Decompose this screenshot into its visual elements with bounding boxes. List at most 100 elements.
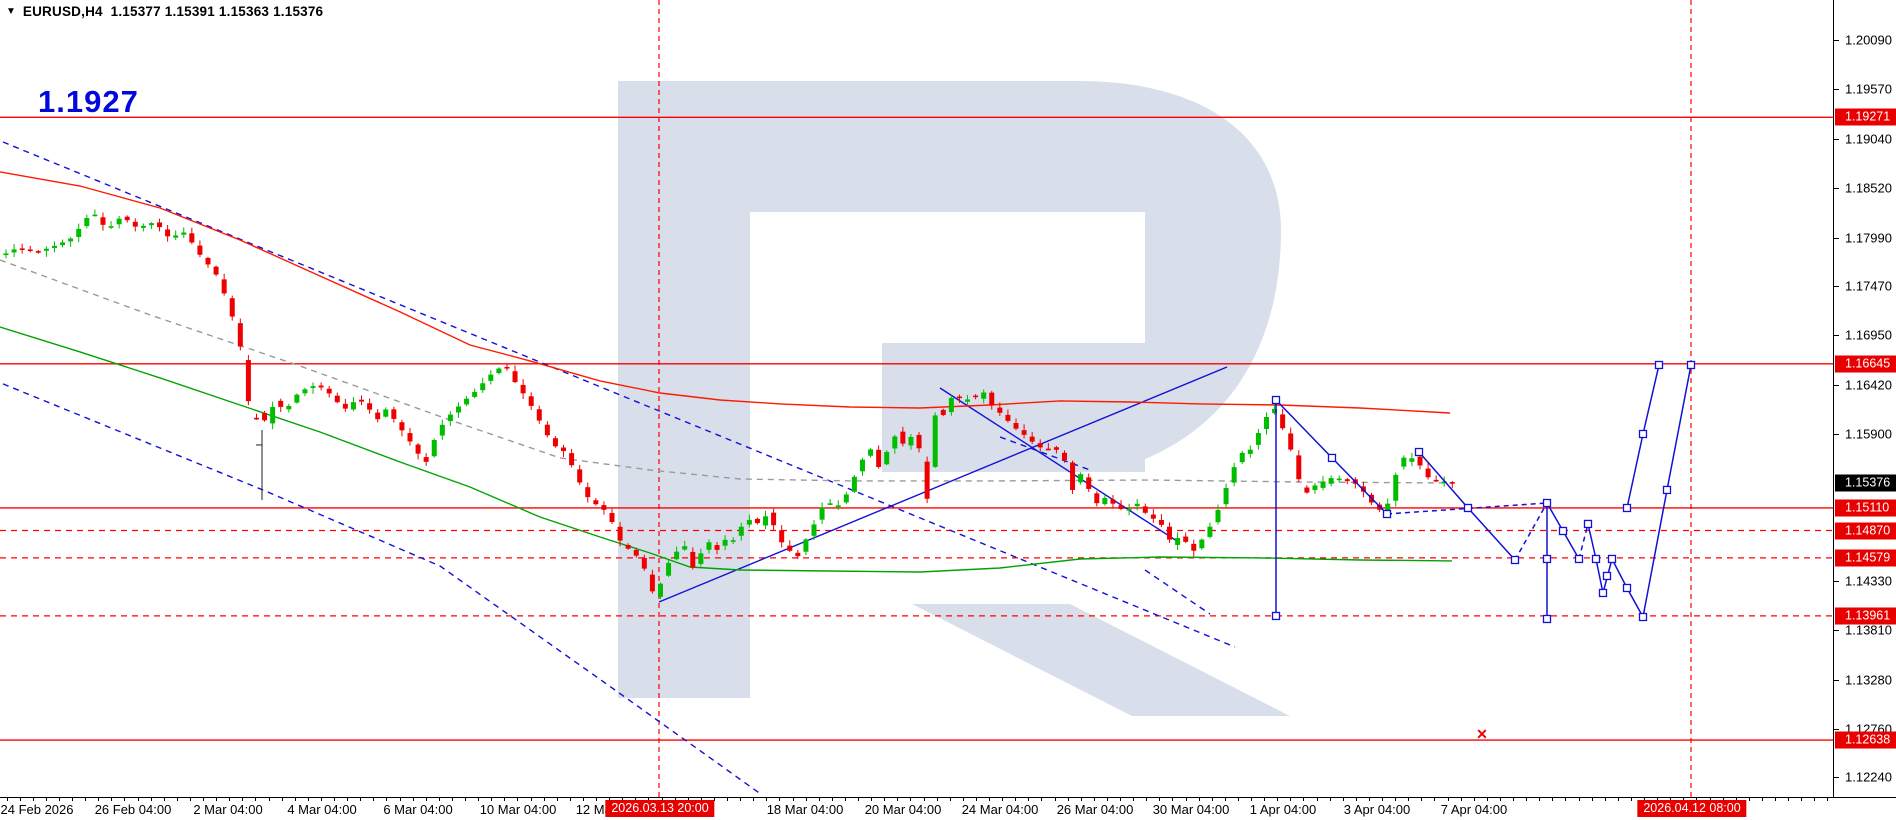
- zigzag-node-marker[interactable]: [1544, 615, 1551, 622]
- ma-slow-red: [0, 172, 1450, 413]
- bull-candle: [173, 235, 178, 237]
- zigzag-node-marker[interactable]: [1544, 555, 1551, 562]
- ma-long-gray-dashed: [0, 260, 1452, 483]
- key-level-annotation-text: 1.1927: [38, 84, 139, 120]
- time-axis-tick: [596, 798, 597, 801]
- price-axis-label: 1.13280: [1845, 672, 1892, 687]
- zigzag-node-marker[interactable]: [1609, 555, 1616, 562]
- zigzag-node-marker[interactable]: [1624, 504, 1631, 511]
- level-price-badge: 1.16645: [1835, 355, 1896, 372]
- bear-candle: [1030, 437, 1035, 442]
- bull-candle: [432, 440, 437, 456]
- zigzag-node-marker[interactable]: [1576, 555, 1583, 562]
- time-axis-tick: [164, 798, 165, 801]
- bull-candle: [270, 407, 275, 423]
- price-axis-label: 1.14330: [1845, 574, 1892, 589]
- time-axis-tick: [282, 798, 283, 801]
- price-axis[interactable]: 1.200901.195701.192711.190401.185201.179…: [1833, 0, 1896, 797]
- bull-candle: [868, 449, 873, 455]
- bull-candle: [1207, 527, 1212, 537]
- zigzag-node-marker[interactable]: [1593, 555, 1600, 562]
- bear-candle: [626, 545, 631, 549]
- bear-candle: [424, 457, 429, 462]
- zigzag-node-marker[interactable]: [1688, 361, 1695, 368]
- zigzag-node-marker[interactable]: [1560, 527, 1567, 534]
- time-axis-tick: [1212, 798, 1213, 801]
- time-axis-tick: [557, 798, 558, 801]
- time-axis-tick: [1159, 798, 1160, 801]
- time-axis-tick: [373, 798, 374, 801]
- dash-segment-b: [1145, 570, 1210, 614]
- bear-candle: [1022, 430, 1027, 435]
- bull-candle: [448, 415, 453, 422]
- zigzag-node-marker[interactable]: [1604, 572, 1611, 579]
- bull-candle: [1078, 474, 1083, 482]
- chart-canvas[interactable]: ✕ ▼ EURUSD,H4 1.15377 1.15391 1.15363 1.…: [0, 0, 1833, 797]
- zigzag-node-marker[interactable]: [1640, 430, 1647, 437]
- time-axis-label: 20 Mar 04:00: [865, 802, 942, 817]
- bear-candle: [715, 545, 720, 550]
- bear-candle: [642, 558, 647, 569]
- collapse-quote-icon[interactable]: ▼: [6, 5, 16, 18]
- time-axis[interactable]: 24 Feb 202626 Feb 04:002 Mar 04:004 Mar …: [0, 797, 1896, 820]
- time-axis-tick: [347, 798, 348, 801]
- price-axis-tick: [1834, 630, 1839, 631]
- time-axis-tick: [242, 798, 243, 801]
- time-axis-tick: [111, 798, 112, 801]
- zigzag-node-marker[interactable]: [1656, 361, 1663, 368]
- time-axis-label: 24 Feb 2026: [0, 802, 73, 817]
- time-axis-tick: [59, 798, 60, 801]
- zigzag-node-marker[interactable]: [1273, 612, 1280, 619]
- bull-candle: [488, 375, 493, 381]
- time-axis-tick: [1408, 798, 1409, 801]
- bear-candle: [1304, 488, 1309, 493]
- channel-lower: [3, 384, 762, 795]
- time-line-badge: 2026.04.12 08:00: [1637, 800, 1746, 817]
- bull-candle: [1232, 467, 1237, 482]
- zigzag-node-marker[interactable]: [1664, 486, 1671, 493]
- bear-candle: [1062, 453, 1067, 460]
- zigzag-node-marker[interactable]: [1465, 504, 1472, 511]
- bull-candle: [472, 392, 477, 397]
- time-axis-label: 10 Mar 04:00: [480, 802, 557, 817]
- zigzag-node-marker[interactable]: [1585, 520, 1592, 527]
- x-close-marker-icon[interactable]: ✕: [1476, 726, 1488, 742]
- time-axis-label: 18 Mar 04:00: [767, 802, 844, 817]
- bear-candle: [367, 403, 372, 409]
- bear-candle: [569, 453, 574, 465]
- time-axis-tick: [1094, 798, 1095, 801]
- bull-candle: [1312, 485, 1317, 490]
- time-axis-tick: [963, 798, 964, 801]
- bear-candle: [513, 371, 518, 382]
- zigzag-node-marker[interactable]: [1384, 510, 1391, 517]
- bear-candle: [1014, 423, 1019, 429]
- price-axis-tick: [1834, 777, 1839, 778]
- zigzag-node-marker[interactable]: [1600, 589, 1607, 596]
- time-axis-tick: [1513, 798, 1514, 801]
- bull-candle: [666, 563, 671, 576]
- zigzag-node-marker[interactable]: [1624, 584, 1631, 591]
- time-axis-tick: [1592, 798, 1593, 801]
- zigzag-node-marker[interactable]: [1416, 449, 1423, 456]
- bear-candle: [1005, 415, 1010, 421]
- time-axis-tick: [1500, 798, 1501, 801]
- bull-candle: [706, 542, 711, 549]
- price-axis-tick: [1834, 385, 1839, 386]
- bear-candle: [1167, 527, 1172, 540]
- bull-candle: [1264, 417, 1269, 429]
- zigzag-node-marker[interactable]: [1640, 613, 1647, 620]
- zigzag-node-marker[interactable]: [1329, 454, 1336, 461]
- time-axis-tick: [989, 798, 990, 801]
- bull-candle: [1409, 458, 1414, 462]
- bear-candle: [254, 418, 259, 420]
- time-axis-tick: [1186, 798, 1187, 801]
- price-axis-label: 1.17470: [1845, 279, 1892, 294]
- time-axis-tick: [151, 798, 152, 801]
- zigzag-node-marker[interactable]: [1544, 500, 1551, 507]
- time-axis-tick: [1461, 798, 1462, 801]
- time-axis-tick: [924, 798, 925, 801]
- price-axis-label: 1.16950: [1845, 328, 1892, 343]
- zigzag-node-marker[interactable]: [1512, 557, 1519, 564]
- zigzag-node-marker[interactable]: [1273, 397, 1280, 404]
- bull-candle: [76, 229, 81, 237]
